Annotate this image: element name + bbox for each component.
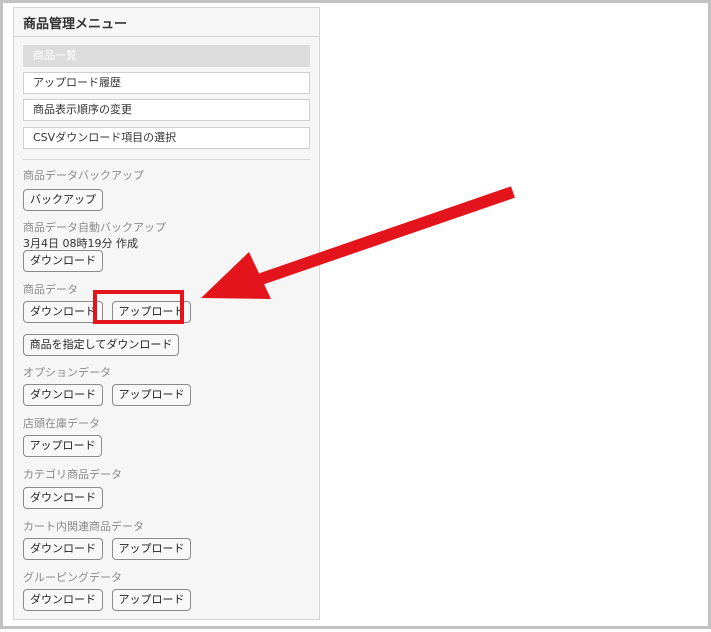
screenshot-frame: 商品管理メニュー 商品一覧 アップロード履歴 商品表示順序の変更 CSVダウンロ… xyxy=(0,0,711,629)
red-arrow-icon xyxy=(201,186,515,299)
